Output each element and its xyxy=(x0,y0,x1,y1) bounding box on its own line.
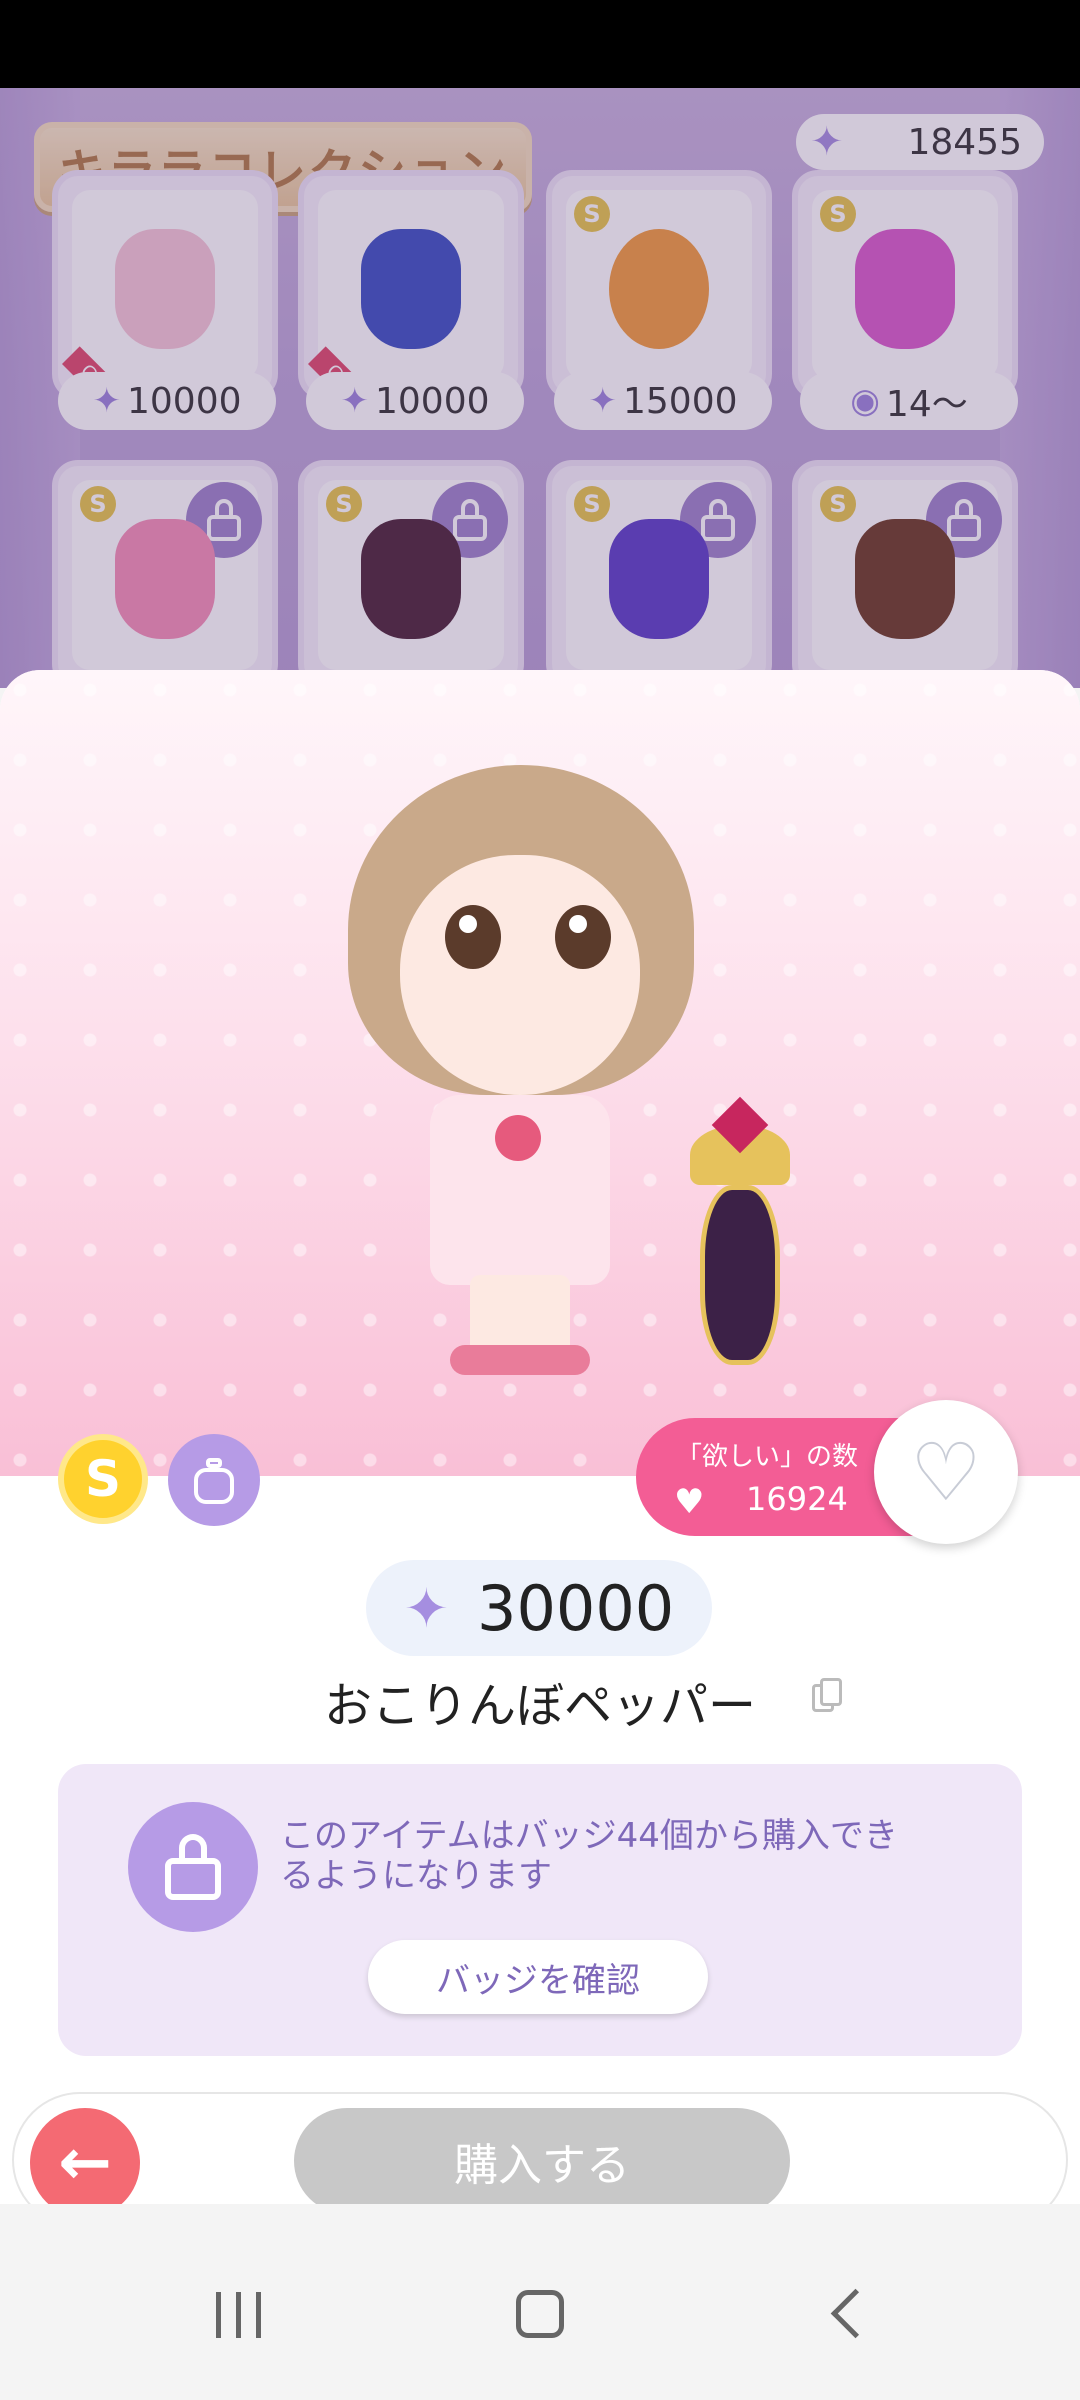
lock-message: このアイテムはバッジ44個から購入できるようになります xyxy=(280,1816,898,1896)
nav-back-icon[interactable] xyxy=(830,2288,881,2339)
lock-icon xyxy=(128,1802,258,1932)
recent-apps-icon[interactable] xyxy=(216,2292,264,2338)
confirm-badge-button[interactable]: バッジを確認 xyxy=(368,1940,708,2014)
purchase-lock-panel: このアイテムはバッジ44個から購入できるようになります バッジを確認 xyxy=(58,1764,1022,2056)
copy-icon[interactable] xyxy=(812,1678,842,1714)
want-count: 16924 xyxy=(746,1480,848,1518)
avatar-preview-stage xyxy=(0,670,1080,1476)
item-detail-sheet: S 「欲しい」の数 ♥ 16924 ♡ ✦ 30000 おこりんぼペッパー この… xyxy=(0,670,1080,2206)
want-label: 「欲しい」の数 xyxy=(676,1442,859,1472)
hourglass-perfume-icon xyxy=(680,1096,800,1385)
android-nav-bar xyxy=(0,2204,1080,2400)
perfume-badge-icon xyxy=(168,1434,260,1526)
sparkle-icon: ✦ xyxy=(403,1576,449,1640)
wishlist-heart-button[interactable]: ♡ xyxy=(874,1400,1018,1544)
coin-badge-icon: S xyxy=(58,1434,148,1524)
status-bar xyxy=(0,0,1080,88)
back-button[interactable]: ← xyxy=(30,2108,140,2206)
item-price-value: 30000 xyxy=(477,1571,675,1645)
modal-overlay[interactable] xyxy=(0,88,1080,688)
item-price: ✦ 30000 xyxy=(366,1560,712,1656)
avatar-character xyxy=(330,765,710,1385)
heart-icon: ♥ xyxy=(674,1482,705,1522)
item-name: おこりんぼペッパー xyxy=(323,1678,756,1734)
arrow-left-icon: ← xyxy=(58,2126,112,2200)
action-bar: ← 購入する xyxy=(12,2092,1068,2206)
buy-button[interactable]: 購入する xyxy=(294,2108,790,2206)
heart-outline-icon: ♡ xyxy=(910,1425,982,1519)
home-icon[interactable] xyxy=(516,2290,564,2338)
